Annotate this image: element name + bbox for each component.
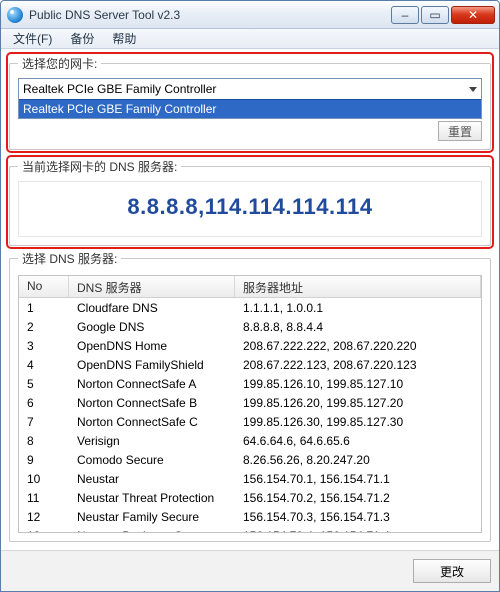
menu-help[interactable]: 帮助 — [104, 29, 144, 48]
nic-legend: 选择您的网卡: — [18, 55, 101, 72]
cell-no: 1 — [19, 301, 69, 315]
header-name[interactable]: DNS 服务器 — [69, 276, 235, 297]
table-row[interactable]: 6Norton ConnectSafe B199.85.126.20, 199.… — [19, 393, 481, 412]
menu-file[interactable]: 文件(F) — [5, 29, 60, 48]
cell-no: 3 — [19, 339, 69, 353]
cell-name: Verisign — [69, 434, 235, 448]
cell-no: 12 — [19, 510, 69, 524]
nic-selected-text: Realtek PCIe GBE Family Controller — [23, 82, 216, 96]
listview-body[interactable]: 1Cloudfare DNS1.1.1.1, 1.0.0.12Google DN… — [19, 298, 481, 532]
cell-addr: 64.6.64.6, 64.6.65.6 — [235, 434, 481, 448]
listview-header: No DNS 服务器 服务器地址 — [19, 276, 481, 298]
cell-name: Neustar Threat Protection — [69, 491, 235, 505]
cell-name: Neustar Family Secure — [69, 510, 235, 524]
header-addr[interactable]: 服务器地址 — [235, 276, 481, 297]
cell-no: 10 — [19, 472, 69, 486]
footer: 更改 — [1, 550, 499, 591]
cell-no: 2 — [19, 320, 69, 334]
cell-addr: 1.1.1.1, 1.0.0.1 — [235, 301, 481, 315]
header-no[interactable]: No — [19, 276, 69, 297]
cell-no: 13 — [19, 529, 69, 533]
cell-addr: 156.154.70.2, 156.154.71.2 — [235, 491, 481, 505]
cell-addr: 156.154.70.4, 156.154.71.4 — [235, 529, 481, 533]
cell-name: Cloudfare DNS — [69, 301, 235, 315]
cell-name: Neustar — [69, 472, 235, 486]
window-buttons: – ▭ ✕ — [391, 6, 495, 24]
cell-name: Norton ConnectSafe A — [69, 377, 235, 391]
table-row[interactable]: 10Neustar156.154.70.1, 156.154.71.1 — [19, 469, 481, 488]
table-row[interactable]: 13Neustar Business Secure156.154.70.4, 1… — [19, 526, 481, 532]
cell-name: OpenDNS FamilyShield — [69, 358, 235, 372]
table-row[interactable]: 11Neustar Threat Protection156.154.70.2,… — [19, 488, 481, 507]
table-row[interactable]: 5Norton ConnectSafe A199.85.126.10, 199.… — [19, 374, 481, 393]
maximize-button[interactable]: ▭ — [421, 6, 449, 24]
cell-addr: 8.8.8.8, 8.8.4.4 — [235, 320, 481, 334]
cell-addr: 208.67.222.222, 208.67.220.220 — [235, 339, 481, 353]
cell-addr: 8.26.56.26, 8.20.247.20 — [235, 453, 481, 467]
cell-name: OpenDNS Home — [69, 339, 235, 353]
nic-combobox-option[interactable]: Realtek PCIe GBE Family Controller — [19, 99, 481, 118]
cell-no: 11 — [19, 491, 69, 505]
nic-combobox[interactable]: Realtek PCIe GBE Family Controller Realt… — [18, 78, 482, 119]
cell-name: Norton ConnectSafe B — [69, 396, 235, 410]
dns-list-group: 选择 DNS 服务器: No DNS 服务器 服务器地址 1Cloudfare … — [9, 250, 491, 542]
dns-list-legend: 选择 DNS 服务器: — [18, 250, 121, 267]
dns-listview: No DNS 服务器 服务器地址 1Cloudfare DNS1.1.1.1, … — [18, 275, 482, 533]
table-row[interactable]: 9Comodo Secure8.26.56.26, 8.20.247.20 — [19, 450, 481, 469]
cell-name: Comodo Secure — [69, 453, 235, 467]
content-area: 选择您的网卡: Realtek PCIe GBE Family Controll… — [1, 49, 499, 550]
table-row[interactable]: 12Neustar Family Secure156.154.70.3, 156… — [19, 507, 481, 526]
cell-no: 7 — [19, 415, 69, 429]
cell-addr: 156.154.70.1, 156.154.71.1 — [235, 472, 481, 486]
titlebar[interactable]: Public DNS Server Tool v2.3 – ▭ ✕ — [1, 1, 499, 29]
nic-combobox-selected[interactable]: Realtek PCIe GBE Family Controller — [19, 79, 481, 99]
cell-name: Google DNS — [69, 320, 235, 334]
cell-no: 9 — [19, 453, 69, 467]
cell-name: Neustar Business Secure — [69, 529, 235, 533]
cell-name: Norton ConnectSafe C — [69, 415, 235, 429]
reset-button[interactable]: 重置 — [438, 121, 482, 141]
close-button[interactable]: ✕ — [451, 6, 495, 24]
current-dns-legend: 当前选择网卡的 DNS 服务器: — [18, 158, 181, 175]
change-button[interactable]: 更改 — [413, 559, 491, 583]
table-row[interactable]: 2Google DNS8.8.8.8, 8.8.4.4 — [19, 317, 481, 336]
table-row[interactable]: 1Cloudfare DNS1.1.1.1, 1.0.0.1 — [19, 298, 481, 317]
app-window: Public DNS Server Tool v2.3 – ▭ ✕ 文件(F) … — [0, 0, 500, 592]
current-dns-value: 8.8.8.8,114.114.114.114 — [18, 181, 482, 237]
table-row[interactable]: 8Verisign64.6.64.6, 64.6.65.6 — [19, 431, 481, 450]
table-row[interactable]: 3OpenDNS Home208.67.222.222, 208.67.220.… — [19, 336, 481, 355]
cell-addr: 199.85.126.20, 199.85.127.20 — [235, 396, 481, 410]
window-title: Public DNS Server Tool v2.3 — [29, 8, 391, 22]
table-row[interactable]: 7Norton ConnectSafe C199.85.126.30, 199.… — [19, 412, 481, 431]
app-icon — [7, 7, 23, 23]
table-row[interactable]: 4OpenDNS FamilyShield208.67.222.123, 208… — [19, 355, 481, 374]
cell-no: 8 — [19, 434, 69, 448]
nic-group: 选择您的网卡: Realtek PCIe GBE Family Controll… — [9, 55, 491, 150]
cell-no: 6 — [19, 396, 69, 410]
cell-addr: 156.154.70.3, 156.154.71.3 — [235, 510, 481, 524]
minimize-button[interactable]: – — [391, 6, 419, 24]
cell-addr: 199.85.126.30, 199.85.127.30 — [235, 415, 481, 429]
cell-addr: 199.85.126.10, 199.85.127.10 — [235, 377, 481, 391]
chevron-down-icon — [469, 87, 477, 92]
menubar: 文件(F) 备份 帮助 — [1, 29, 499, 49]
cell-addr: 208.67.222.123, 208.67.220.123 — [235, 358, 481, 372]
menu-backup[interactable]: 备份 — [62, 29, 102, 48]
cell-no: 4 — [19, 358, 69, 372]
cell-no: 5 — [19, 377, 69, 391]
current-dns-group: 当前选择网卡的 DNS 服务器: 8.8.8.8,114.114.114.114 — [9, 158, 491, 246]
